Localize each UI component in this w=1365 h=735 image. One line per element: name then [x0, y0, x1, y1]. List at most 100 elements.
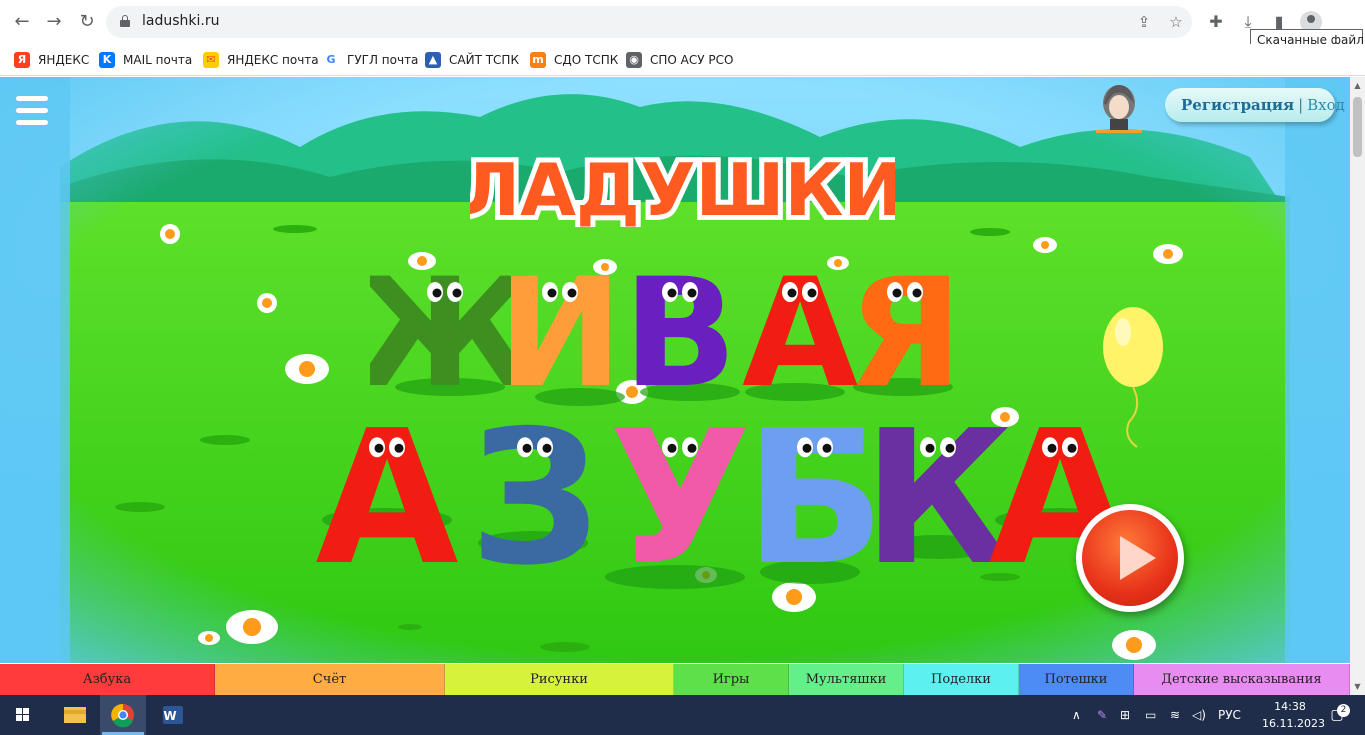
letter-pupil [394, 443, 404, 453]
site-logo[interactable]: ЛАДУШКИ ЛАДУШКИ [470, 145, 895, 227]
windows-taskbar: W ∧ ✎ ⊞ ▭ ≋ ◁) РУС 14:38 16.11.2023 ▢ 2 [0, 695, 1365, 735]
system-clock[interactable]: 14:38 16.11.2023 [1262, 698, 1325, 732]
title-letter-glyph: Я [847, 247, 960, 395]
bookmark-item[interactable]: ▲ САЙТ ТСПК [425, 51, 519, 69]
chrome-icon[interactable] [100, 695, 146, 735]
category-tab[interactable]: Потешки [1019, 664, 1134, 695]
page-scrollbar[interactable]: ▲ ▼ [1350, 77, 1365, 695]
bookmark-item[interactable]: ◉ СПО АСУ РСО [626, 51, 733, 69]
title-letter-glyph: И [497, 247, 623, 395]
hamburger-menu-icon[interactable] [16, 96, 48, 126]
scroll-up-icon[interactable]: ▲ [1353, 81, 1362, 90]
title-line-2: А З УБКА [315, 390, 1131, 577]
tray-chevron-icon[interactable]: ∧ [1072, 695, 1081, 735]
bookmark-item[interactable]: K MAIL почта [99, 51, 192, 69]
letter-pupil [667, 288, 677, 298]
language-indicator[interactable]: РУС [1218, 695, 1241, 735]
letter-pupil [667, 443, 677, 453]
url-text[interactable]: ladushki.ru [142, 13, 219, 29]
browser-toolbar: ← → ↻ ladushki.ru ⇪ ☆ ✚ ⤓ ▮ [0, 0, 1365, 44]
globe-icon: ◉ [626, 52, 642, 68]
letter-pupil [374, 443, 384, 453]
category-tab[interactable]: Игры [674, 664, 789, 695]
letter-pupil [687, 288, 697, 298]
letter-pupil [547, 288, 557, 298]
address-bar[interactable]: ladushki.ru ⇪ ☆ [106, 6, 1192, 38]
share-icon[interactable]: ⇪ [1134, 12, 1154, 32]
letter-pupil [925, 443, 935, 453]
scroll-down-icon[interactable]: ▼ [1353, 682, 1362, 691]
bookmark-label: MAIL почта [123, 53, 193, 67]
letter-pupil [542, 443, 552, 453]
wifi-icon[interactable]: ≋ [1170, 695, 1180, 735]
category-nav: Азбука Счёт Рисунки Игры Мультяшки Поделки Пот… [0, 664, 1350, 695]
svg-text:W: W [163, 709, 176, 723]
notification-count: 2 [1337, 704, 1350, 717]
title-line-1: ЖИ В АЯ [370, 247, 960, 395]
letter-pupil [822, 443, 832, 453]
category-tab[interactable]: Рисунки [445, 664, 674, 695]
notifications-icon[interactable]: ▢ 2 [1325, 695, 1350, 735]
scroll-thumb[interactable] [1353, 97, 1362, 157]
bookmark-label: ЯНДЕКС почта [227, 53, 319, 67]
google-icon: G [323, 52, 339, 68]
category-tab[interactable]: Поделки [904, 664, 1019, 695]
bookmarks-bar: Я ЯНДЕКС K MAIL почта ✉ ЯНДЕКС почта G ГУГЛ поч… [0, 44, 1365, 76]
page-viewport: Регистрация | Вход ЛАДУШКИ ЛАДУШКИ ЖИВАЯ А… [0, 77, 1350, 663]
register-link[interactable]: Регистрация [1181, 96, 1294, 114]
user-avatar-icon[interactable] [1096, 81, 1142, 133]
bookmark-label: ЯНДЕКС [38, 53, 90, 67]
letter-pupil [452, 288, 462, 298]
letter-pupil [802, 443, 812, 453]
yandex-icon: Я [14, 52, 30, 68]
reload-icon[interactable]: ↻ [75, 10, 99, 34]
letter-pupil [432, 288, 442, 298]
play-icon [1120, 536, 1156, 580]
letter-pupil [1047, 443, 1057, 453]
bookmark-item[interactable]: G ГУГЛ почта [323, 51, 418, 69]
battery-icon[interactable]: ▭ [1145, 695, 1156, 735]
tray-feather-icon[interactable]: ✎ [1097, 695, 1107, 735]
bookmark-label: СПО АСУ РСО [650, 53, 734, 67]
bookmark-item[interactable]: Я ЯНДЕКС [14, 51, 89, 69]
bookmark-label: САЙТ ТСПК [449, 53, 519, 67]
letter-pupil [807, 288, 817, 298]
bookmark-star-icon[interactable]: ☆ [1166, 12, 1186, 32]
category-tab[interactable]: Мультяшки [789, 664, 904, 695]
bookmark-item[interactable]: ✉ ЯНДЕКС почта [203, 51, 319, 69]
logo-text: ЛАДУШКИ [470, 148, 895, 227]
title-letter: У [609, 390, 752, 577]
title-letter: Я [847, 247, 960, 395]
extensions-puzzle-icon[interactable]: ✚ [1205, 11, 1227, 33]
title-letter-glyph: З [469, 390, 600, 577]
volume-icon[interactable]: ◁) [1192, 695, 1206, 735]
back-arrow-icon[interactable]: ← [10, 10, 34, 34]
letter-pupil [912, 288, 922, 298]
category-tab[interactable]: Азбука [0, 664, 215, 695]
auth-links: Регистрация | Вход [1165, 88, 1345, 122]
title-letter: А [315, 390, 458, 577]
title-letter: И [497, 247, 623, 395]
bookmark-item[interactable]: m СДО ТСПК [530, 51, 618, 69]
play-button[interactable] [1076, 504, 1184, 612]
tray-app-icon[interactable]: ⊞ [1120, 695, 1130, 735]
word-icon[interactable]: W [150, 695, 196, 735]
letter-pupil [945, 443, 955, 453]
moodle-icon: m [530, 52, 546, 68]
bookmark-label: ГУГЛ почта [347, 53, 419, 67]
auth-separator: | [1298, 96, 1304, 114]
clock-time: 14:38 [1274, 700, 1306, 713]
category-tab[interactable]: Счёт [215, 664, 445, 695]
forward-arrow-icon[interactable]: → [42, 10, 66, 34]
letter-pupil [1067, 443, 1077, 453]
letter-pupil [522, 443, 532, 453]
file-explorer-icon[interactable] [52, 695, 98, 735]
title-letter-glyph: А [315, 390, 458, 577]
title-letter-glyph: У [609, 390, 752, 577]
category-tab[interactable]: Детские высказывания [1134, 664, 1350, 695]
letter-pupil [567, 288, 577, 298]
login-link[interactable]: Вход [1307, 96, 1345, 114]
letter-pupil [687, 443, 697, 453]
vk-icon: K [99, 52, 115, 68]
windows-start-icon[interactable] [0, 695, 46, 735]
